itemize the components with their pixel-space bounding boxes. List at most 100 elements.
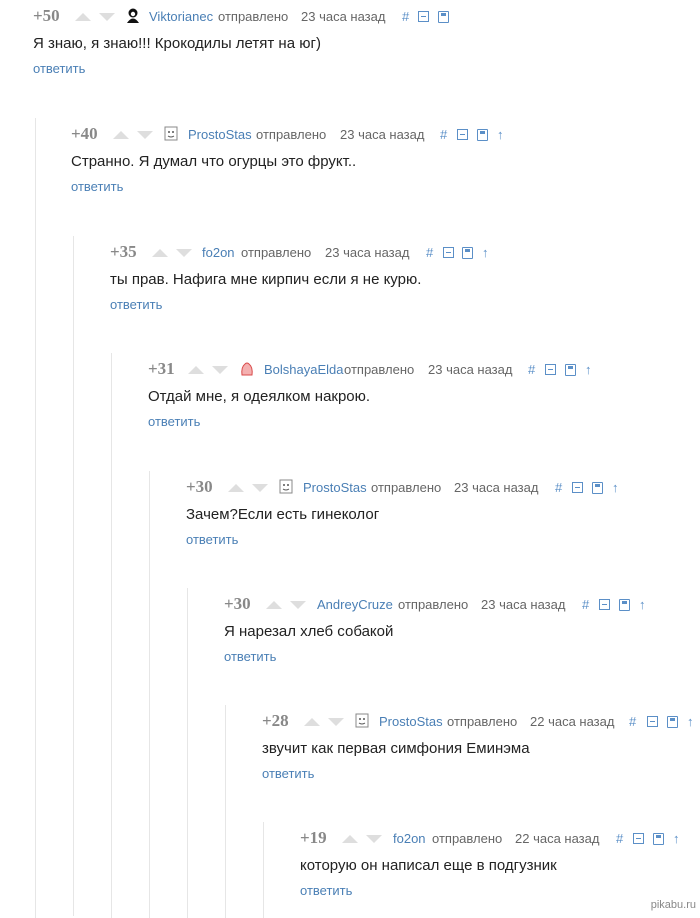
comment-author[interactable]: fo2on [393,831,426,846]
vote-down-icon[interactable] [212,366,228,374]
collapse-icon[interactable] [572,482,583,493]
vote-up-icon[interactable] [152,249,168,257]
comment-author[interactable]: ProstoStas [188,127,252,142]
vote-down-icon[interactable] [99,13,115,21]
vote-down-icon[interactable] [366,835,382,843]
vote-down-icon[interactable] [176,249,192,257]
vote-up-icon[interactable] [304,718,320,726]
comment-1: +50 Viktorianec отправлено 23 часа назад… [33,6,700,78]
comment-time[interactable]: 22 часа назад [515,831,599,846]
comment-author[interactable]: ProstoStas [379,714,443,729]
comment-header: +30 AndreyCruze отправлено 23 часа назад… [224,594,700,616]
anchor-link[interactable]: # [426,245,433,260]
sent-label: отправлено [371,480,442,495]
collapse-icon[interactable] [418,11,429,22]
vote-down-icon[interactable] [252,484,268,492]
sent-label: отправлено [241,245,312,260]
comment-header: +19 fo2on отправлено 22 часа назад # ↑ [300,828,700,850]
collapse-icon[interactable] [457,129,468,140]
comment-author[interactable]: AndreyCruze [317,597,393,612]
save-icon[interactable] [619,599,630,611]
vote-up-icon[interactable] [266,601,282,609]
comment-header: +35 fo2on отправлено 23 часа назад # ↑ [110,242,700,264]
reply-link[interactable]: ответить [110,297,162,312]
comment-header: +50 Viktorianec отправлено 23 часа назад… [33,6,700,28]
comment-author[interactable]: fo2on [202,245,235,260]
save-icon[interactable] [667,716,678,728]
comment-text: Странно. Я думал что огурцы это фрукт.. [71,153,357,170]
parent-arrow-icon[interactable]: ↑ [585,362,592,377]
parent-arrow-icon[interactable]: ↑ [482,245,489,260]
thread-line [225,705,226,918]
comment-8: +19 fo2on отправлено 22 часа назад # ↑ к… [300,828,700,900]
collapse-icon[interactable] [647,716,658,727]
save-icon[interactable] [462,247,473,259]
vote-up-icon[interactable] [113,131,129,139]
anchor-link[interactable]: # [629,714,636,729]
comment-time[interactable]: 23 часа назад [325,245,409,260]
comment-3: +35 fo2on отправлено 23 часа назад # ↑ т… [110,242,700,314]
reply-link[interactable]: ответить [33,61,85,76]
thread-line [73,236,74,916]
comment-time[interactable]: 23 часа назад [481,597,565,612]
comment-header: +40 ProstoStas отправлено 23 часа назад … [71,124,700,146]
comment-time[interactable]: 23 часа назад [428,362,512,377]
comment-rating: +19 [300,828,327,847]
anchor-link[interactable]: # [582,597,589,612]
reply-link[interactable]: ответить [186,532,238,547]
sent-label: отправлено [256,127,327,142]
anchor-link[interactable]: # [440,127,447,142]
thread-line [149,471,150,918]
comment-rating: +30 [186,477,213,496]
reply-link[interactable]: ответить [224,649,276,664]
reply-link[interactable]: ответить [148,414,200,429]
anchor-link[interactable]: # [616,831,623,846]
comment-6: +30 AndreyCruze отправлено 23 часа назад… [224,594,700,666]
collapse-icon[interactable] [443,247,454,258]
comment-time[interactable]: 23 часа назад [454,480,538,495]
thread-line [35,118,36,918]
save-icon[interactable] [477,129,488,141]
reply-link[interactable]: ответить [262,766,314,781]
thread-line [263,822,264,918]
comment-text: Отдай мне, я одеялком накрою. [148,388,371,405]
sent-label: отправлено [344,362,415,377]
vote-up-icon[interactable] [228,484,244,492]
comment-rating: +40 [71,124,98,143]
comment-time[interactable]: 22 часа назад [530,714,614,729]
vote-up-icon[interactable] [188,366,204,374]
parent-arrow-icon[interactable]: ↑ [673,831,680,846]
comment-7: +28 ProstoStas отправлено 22 часа назад … [262,711,700,783]
vote-down-icon[interactable] [328,718,344,726]
comment-time[interactable]: 23 часа назад [340,127,424,142]
save-icon[interactable] [592,482,603,494]
parent-arrow-icon[interactable]: ↑ [497,127,504,142]
face-icon [279,479,293,494]
comment-header: +30 ProstoStas отправлено 23 часа назад … [186,477,700,499]
reply-link[interactable]: ответить [71,179,123,194]
vote-down-icon[interactable] [137,131,153,139]
dark-head-icon [127,8,139,23]
comment-author[interactable]: ProstoStas [303,480,367,495]
parent-arrow-icon[interactable]: ↑ [639,597,646,612]
collapse-icon[interactable] [633,833,644,844]
vote-down-icon[interactable] [290,601,306,609]
comment-text: которую он написал еще в подгузник [300,857,557,874]
parent-arrow-icon[interactable]: ↑ [687,714,694,729]
comment-author[interactable]: BolshayaElda [264,362,344,377]
save-icon[interactable] [565,364,576,376]
vote-up-icon[interactable] [342,835,358,843]
reply-link[interactable]: ответить [300,883,352,898]
anchor-link[interactable]: # [402,9,409,24]
parent-arrow-icon[interactable]: ↑ [612,480,619,495]
comment-author[interactable]: Viktorianec [149,9,213,24]
anchor-link[interactable]: # [555,480,562,495]
comment-time[interactable]: 23 часа назад [301,9,385,24]
save-icon[interactable] [653,833,664,845]
collapse-icon[interactable] [545,364,556,375]
anchor-link[interactable]: # [528,362,535,377]
sent-label: отправлено [218,9,289,24]
save-icon[interactable] [438,11,449,23]
collapse-icon[interactable] [599,599,610,610]
vote-up-icon[interactable] [75,13,91,21]
